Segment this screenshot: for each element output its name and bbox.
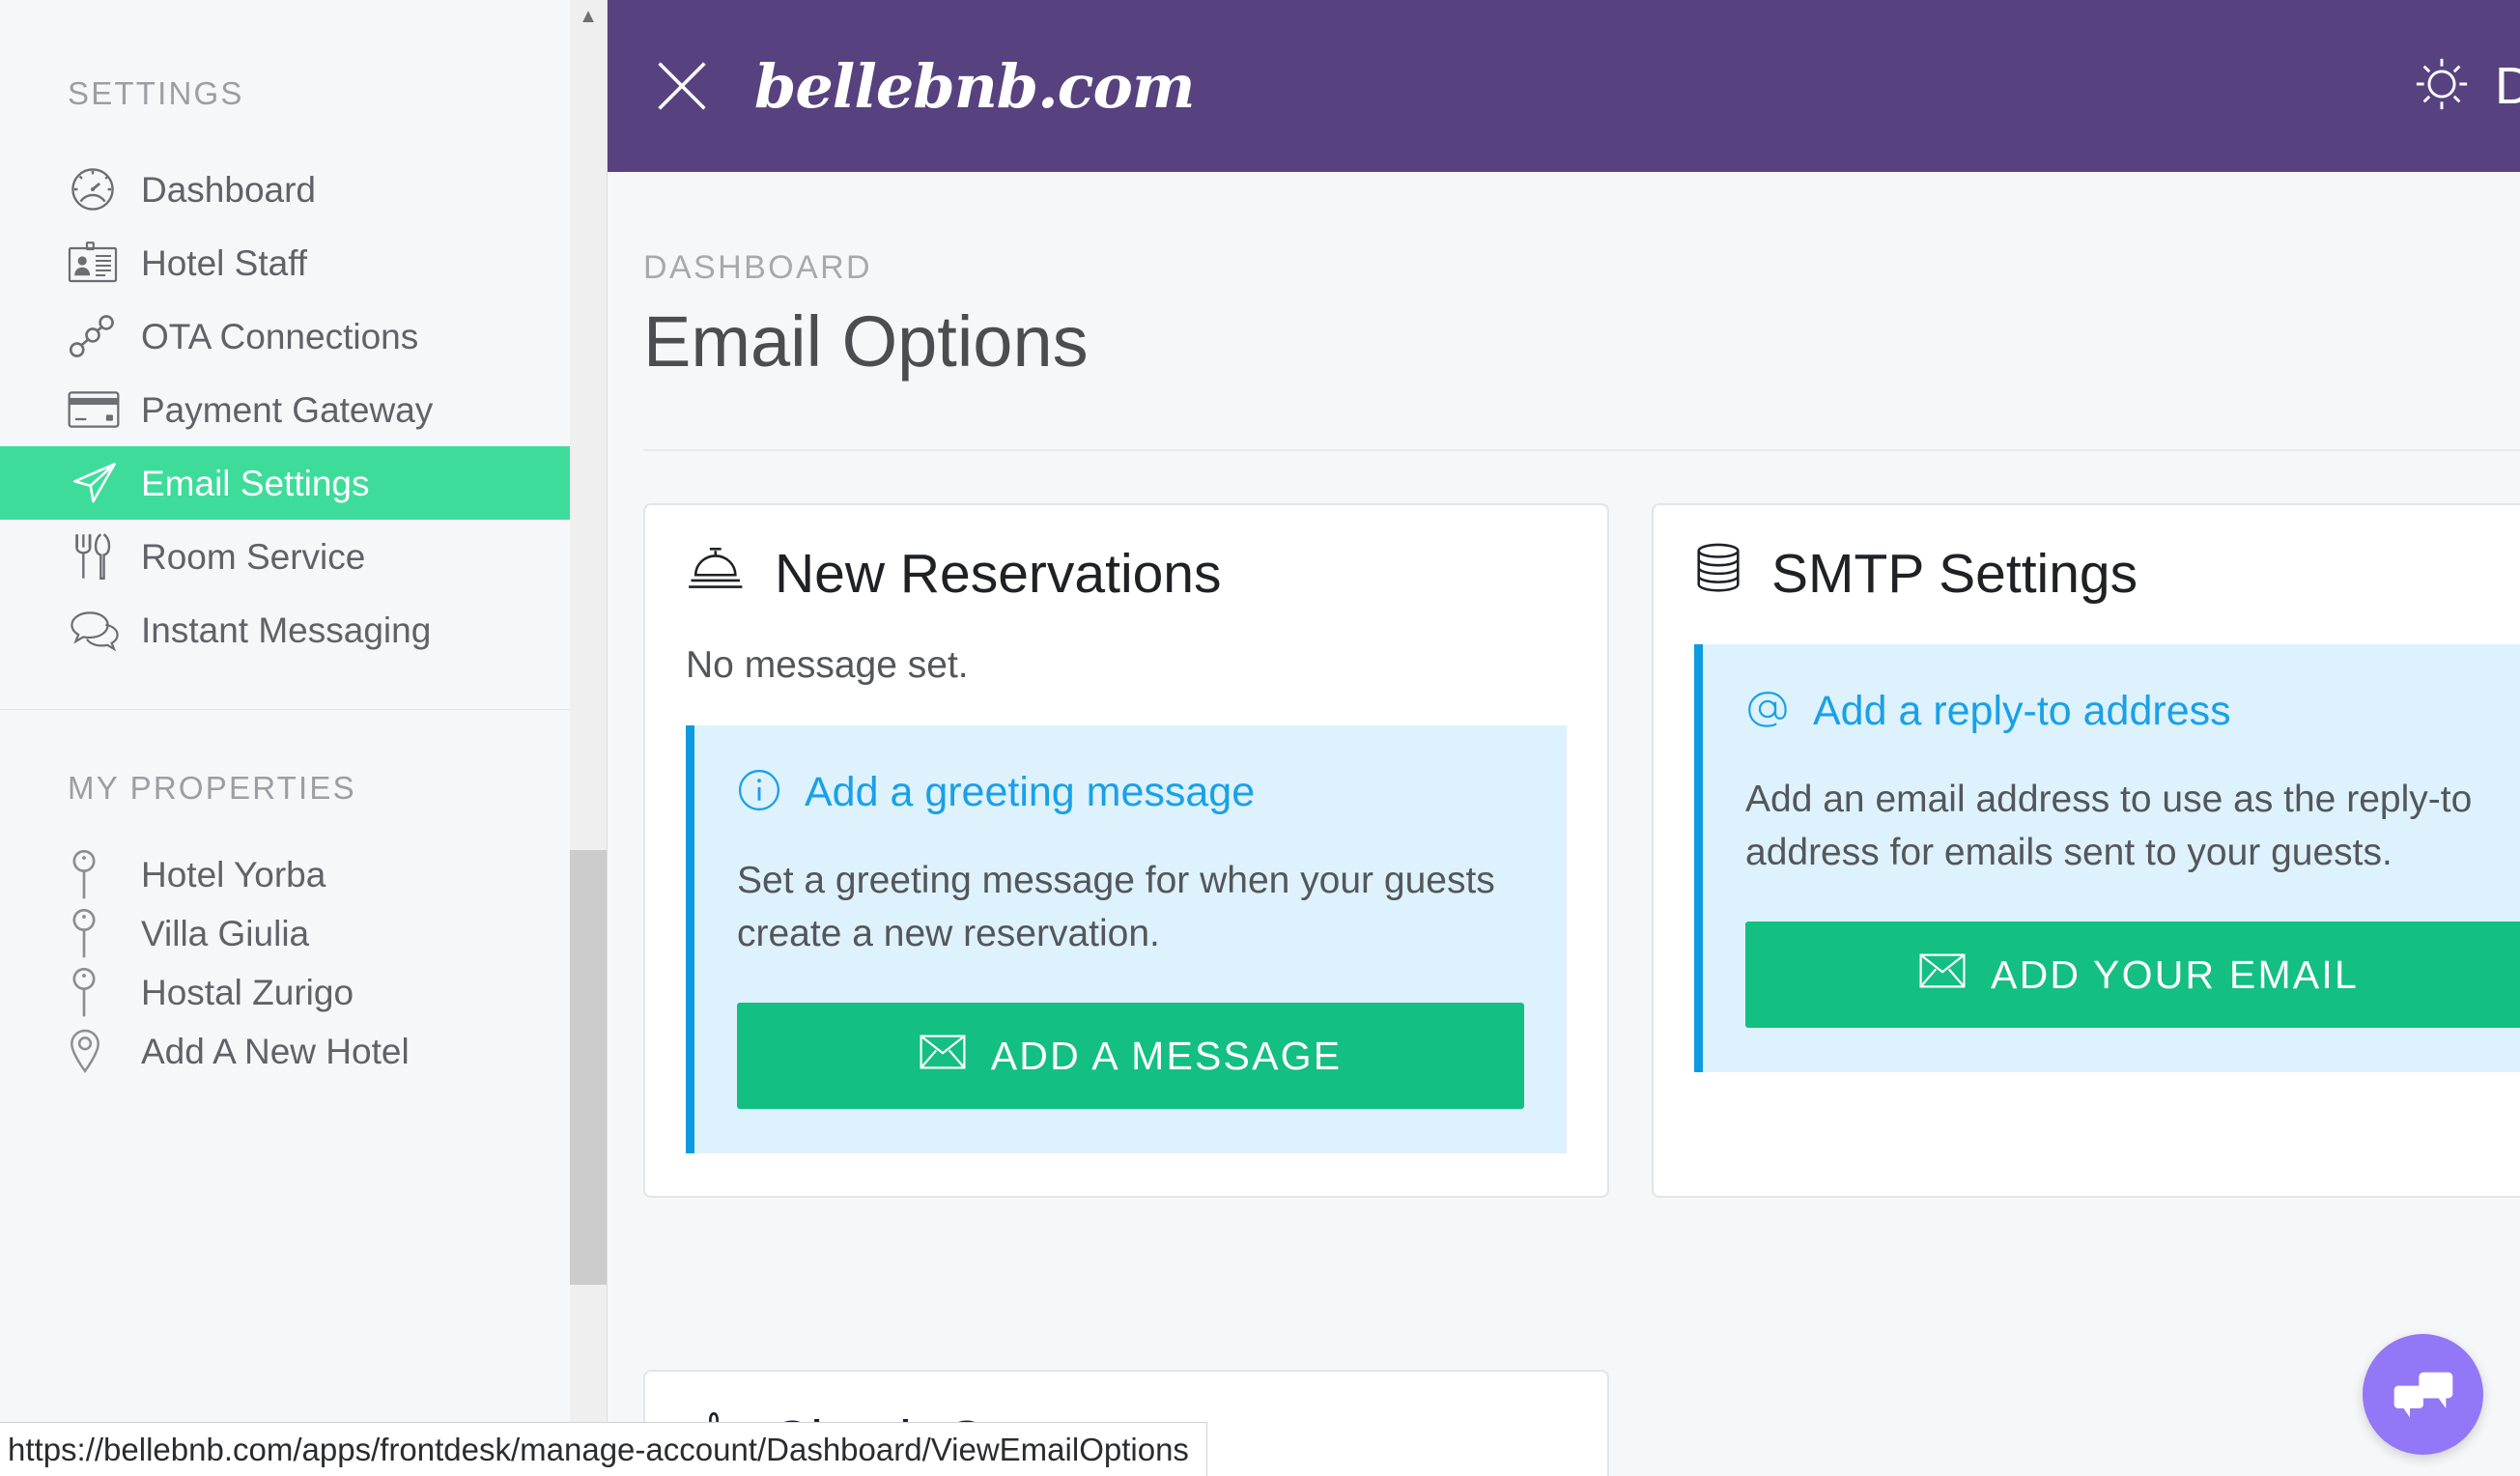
sidebar-item-hotel-staff[interactable]: Hotel Staff — [0, 226, 570, 299]
card-subtitle: No message set. — [686, 643, 969, 686]
sidebar-item-dashboard[interactable]: Dashboard — [0, 153, 570, 226]
sidebar-property-hostal-zurigo[interactable]: Hostal Zurigo — [0, 963, 570, 1022]
sidebar-item-instant-messaging[interactable]: Instant Messaging — [0, 593, 570, 667]
add-your-email-button[interactable]: ADD YOUR EMAIL — [1745, 922, 2520, 1029]
nodes-icon — [68, 309, 129, 363]
sidebar-item-email-settings[interactable]: Email Settings — [0, 446, 570, 520]
sidebar-item-payment-gateway[interactable]: Payment Gateway — [0, 373, 570, 446]
alert-body: Add an email address to use as the reply… — [1745, 778, 2473, 874]
sidebar: SETTINGS Dashboard Hotel Staff OTA Conne… — [0, 0, 570, 1476]
add-a-message-button[interactable]: ADD A MESSAGE — [737, 1003, 1524, 1110]
sidebar-item-label: Room Service — [141, 536, 366, 577]
breadcrumb: DASHBOARD — [643, 249, 872, 286]
sidebar-section-properties-title: MY PROPERTIES — [68, 770, 356, 806]
envelope-icon — [920, 1034, 966, 1079]
cutlery-icon — [68, 529, 129, 583]
page-header: DASHBOARD Email Options — [608, 172, 2520, 380]
main-content: bellebnb.com Day DASHBOARD Email Options — [608, 0, 2520, 1476]
envelope-icon — [1919, 952, 1966, 998]
map-pin-icon — [68, 908, 129, 960]
sidebar-item-room-service[interactable]: Room Service — [0, 520, 570, 593]
sidebar-item-label: Instant Messaging — [141, 610, 432, 650]
sidebar-property-label: Add A New Hotel — [141, 1032, 410, 1071]
alert-header: Add a greeting message — [737, 768, 1524, 817]
status-url-text: https://bellebnb.com/apps/frontdesk/mana… — [8, 1431, 1189, 1467]
chat-widget-button[interactable] — [2363, 1334, 2483, 1455]
sidebar-property-label: Hostal Zurigo — [141, 973, 354, 1012]
alert-link[interactable]: Add a reply-to address — [1813, 688, 2231, 735]
alert-link[interactable]: Add a greeting message — [805, 769, 1255, 816]
app-header: bellebnb.com Day — [608, 0, 2520, 172]
sidebar-property-villa-giulia[interactable]: Villa Giulia — [0, 904, 570, 963]
sidebar-item-label: Dashboard — [141, 169, 317, 210]
sidebar-property-label: Hotel Yorba — [141, 855, 326, 894]
sidebar-item-label: Email Settings — [141, 463, 370, 503]
page-title: Email Options — [643, 301, 1089, 382]
day-mode-label[interactable]: Day — [2495, 56, 2520, 116]
alert-add-greeting-message: Add a greeting message Set a greeting me… — [686, 724, 1567, 1154]
info-circle-icon — [737, 768, 781, 817]
sidebar-scrollbar-thumb[interactable] — [570, 850, 607, 1285]
sidebar-scroll-content: SETTINGS Dashboard Hotel Staff OTA Conne… — [0, 0, 570, 1081]
map-pin-icon — [68, 967, 129, 1019]
alert-body: Set a greeting message for when your gue… — [737, 859, 1495, 955]
header-right-controls: Day — [2414, 0, 2520, 172]
alert-add-reply-to-address: Add a reply-to address Add an email addr… — [1694, 643, 2520, 1073]
map-pin-icon — [68, 849, 129, 901]
card-smtp-settings: SMTP Settings Add a reply-to address Add… — [1652, 502, 2520, 1199]
database-stack-icon — [1694, 543, 1742, 604]
close-x-icon[interactable] — [637, 41, 727, 131]
sidebar-item-ota-connections[interactable]: OTA Connections — [0, 299, 570, 373]
alert-header: Add a reply-to address — [1745, 687, 2520, 736]
sidebar-property-add-new-hotel[interactable]: Add A New Hotel — [0, 1022, 570, 1081]
card-title: New Reservations — [775, 542, 1222, 605]
sidebar-item-label: Payment Gateway — [141, 389, 434, 430]
card-header: SMTP Settings — [1694, 542, 2520, 606]
id-badge-icon — [68, 236, 129, 290]
button-label: ADD A MESSAGE — [990, 1033, 1343, 1078]
browser-status-bar: https://bellebnb.com/apps/frontdesk/mana… — [0, 1422, 1207, 1476]
credit-card-icon — [68, 383, 129, 437]
sidebar-item-label: OTA Connections — [141, 316, 419, 356]
button-label: ADD YOUR EMAIL — [1991, 951, 2359, 997]
sun-icon[interactable] — [2414, 56, 2470, 117]
at-sign-icon — [1745, 687, 1790, 736]
sidebar-item-label: Hotel Staff — [141, 242, 308, 283]
service-bell-icon — [686, 546, 746, 601]
brand-logo[interactable]: bellebnb.com — [754, 51, 1195, 122]
chat-bubbles-icon — [68, 603, 129, 657]
app-root: SETTINGS Dashboard Hotel Staff OTA Conne… — [0, 0, 2520, 1476]
sidebar-property-hotel-yorba[interactable]: Hotel Yorba — [0, 845, 570, 904]
cards-row: New Reservations No message set. Add a g… — [608, 502, 2520, 1199]
header-divider — [643, 448, 2520, 451]
card-title: SMTP Settings — [1771, 542, 2138, 605]
gauge-icon — [68, 162, 129, 216]
sidebar-divider — [0, 709, 570, 710]
paper-plane-icon — [68, 456, 129, 510]
map-marker-icon — [68, 1028, 129, 1076]
card-header: New Reservations — [686, 542, 1567, 606]
card-new-reservations: New Reservations No message set. Add a g… — [643, 502, 1609, 1199]
sidebar-section-settings-title: SETTINGS — [68, 75, 244, 111]
sidebar-property-label: Villa Giulia — [141, 914, 310, 953]
scroll-up-arrow-icon[interactable]: ▲ — [570, 0, 607, 33]
